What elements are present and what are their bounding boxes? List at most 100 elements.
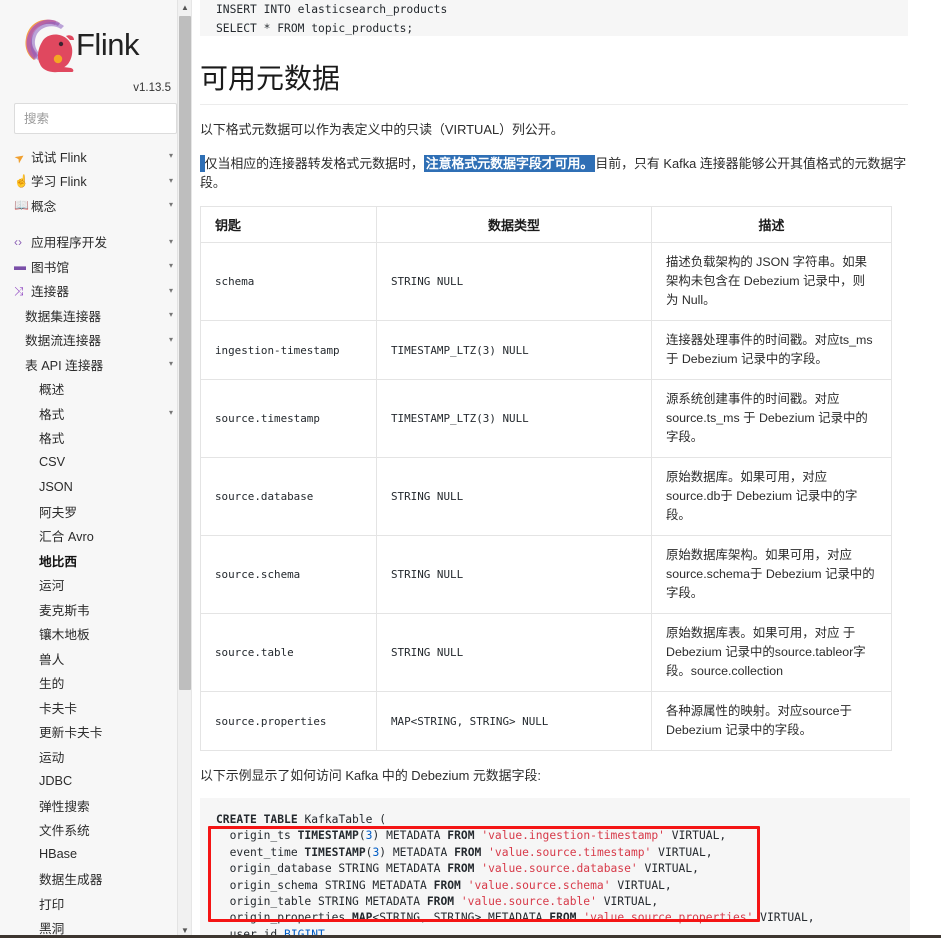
sidebar-item-label: 弹性搜索 bbox=[39, 799, 90, 814]
chevron-down-icon[interactable]: ▾ bbox=[169, 152, 173, 160]
cell-type: STRING NULL bbox=[376, 242, 652, 321]
chevron-down-icon[interactable]: ▾ bbox=[169, 335, 173, 344]
sidebar-item-7[interactable]: 数据流连接器 ▾ bbox=[14, 328, 177, 353]
sidebar-item-23[interactable]: 更新卡夫卡 bbox=[14, 720, 177, 745]
sidebar-item-0[interactable]: ➤ 试试 Flink ▾ bbox=[11, 144, 177, 169]
chevron-down-icon[interactable]: ▾ bbox=[169, 237, 173, 246]
sidebar-item-label: JDBC bbox=[39, 773, 73, 788]
table-header-row: 钥匙 数据类型 描述 bbox=[200, 206, 892, 243]
sidebar-item-label: 生的 bbox=[39, 677, 65, 692]
sidebar-item-12[interactable]: CSV bbox=[14, 450, 177, 475]
search-input[interactable] bbox=[14, 103, 177, 134]
chevron-down-icon[interactable]: ▾ bbox=[169, 286, 173, 295]
note-highlight: 注意格式元数据字段才可用。 bbox=[423, 155, 596, 172]
sidebar-item-label: 卡夫卡 bbox=[39, 701, 78, 716]
sidebar-scrollbar[interactable]: ▲ ▼ bbox=[177, 0, 191, 938]
flink-logo[interactable]: Flink bbox=[14, 0, 177, 78]
cell-key: source.database bbox=[200, 457, 377, 536]
rocket-icon: ➤ bbox=[11, 149, 28, 167]
chevron-down-icon[interactable]: ▾ bbox=[169, 176, 173, 185]
sidebar-item-label: 概述 bbox=[39, 383, 65, 398]
page-root: Flink v1.13.5 ➤试试 Flink▾☝学习 Flink▾📖概念▾‹›… bbox=[0, 0, 941, 938]
cell-type: STRING NULL bbox=[376, 457, 652, 536]
table-row: source.table STRING NULL 原始数据库表。如果可用，对应 于 … bbox=[200, 613, 892, 692]
sidebar-item-17[interactable]: 运河 bbox=[14, 573, 177, 598]
main-content: INSERT INTO elasticsearch_products SELEC… bbox=[192, 0, 941, 938]
example-code-block: CREATE TABLE KafkaTable ( origin_ts TIME… bbox=[200, 798, 910, 938]
sidebar-scrollbar-thumb[interactable] bbox=[179, 16, 191, 690]
cell-key: schema bbox=[200, 242, 377, 321]
top-code-snippet: INSERT INTO elasticsearch_products SELEC… bbox=[200, 0, 908, 36]
sidebar-item-label: 试试 Flink bbox=[31, 150, 87, 165]
sidebar-item-label: 兽人 bbox=[39, 652, 65, 667]
sidebar-item-label: 运动 bbox=[39, 750, 65, 765]
sidebar-item-label: 数据集连接器 bbox=[25, 309, 102, 324]
sidebar-item-label: 应用程序开发 bbox=[31, 236, 108, 251]
sidebar-item-label: 表 API 连接器 bbox=[25, 358, 104, 373]
sidebar-item-4[interactable]: ▬ 图书馆 ▾ bbox=[14, 254, 177, 279]
page-title: 可用元数据 bbox=[200, 57, 908, 105]
sidebar-item-9[interactable]: 概述 bbox=[14, 377, 177, 402]
sidebar-item-label: JSON bbox=[39, 479, 73, 494]
cell-key: source.properties bbox=[200, 691, 377, 751]
sidebar-item-27[interactable]: 文件系统 bbox=[14, 818, 177, 843]
cell-description: 原始数据库表。如果可用，对应 于 Debezium 记录中的source.tab… bbox=[651, 613, 892, 692]
sidebar-nav: ➤ 试试 Flink ▾ ☝ 学习 Flink ▾ 📖 概念 ▾ ‹› 应用程序开发 ▾ ▬ 图书馆 ▾ ⤨ 连… bbox=[11, 144, 177, 938]
chevron-down-icon[interactable]: ▾ bbox=[169, 311, 173, 319]
chevron-down-icon[interactable]: ▾ bbox=[169, 201, 173, 209]
cell-type: STRING NULL bbox=[376, 613, 652, 692]
sidebar-item-29[interactable]: 数据生成器 bbox=[14, 867, 177, 892]
sidebar-item-26[interactable]: 弹性搜索 bbox=[14, 793, 177, 818]
column-header-key: 钥匙 bbox=[200, 206, 377, 243]
scroll-up-arrow-icon[interactable]: ▲ bbox=[178, 0, 191, 15]
sidebar-item-label: 汇合 Avro bbox=[39, 530, 94, 545]
table-row: ingestion-timestamp TIMESTAMP_LTZ(3) NULL… bbox=[200, 320, 892, 380]
sidebar-item-15[interactable]: 汇合 Avro bbox=[14, 524, 177, 549]
cell-type: STRING NULL bbox=[376, 535, 652, 614]
chevron-down-icon[interactable]: ▾ bbox=[169, 409, 173, 417]
sidebar-item-30[interactable]: 打印 bbox=[14, 891, 177, 916]
example-code: CREATE TABLE KafkaTable ( origin_ts TIME… bbox=[216, 813, 815, 938]
sidebar-item-2[interactable]: 📖 概念 ▾ bbox=[14, 193, 177, 218]
sidebar-item-8[interactable]: 表 API 连接器 ▾ bbox=[14, 352, 177, 377]
table-row: source.properties MAP<STRING, STRING> NUL… bbox=[200, 691, 892, 751]
intro-paragraph: 以下格式元数据可以作为表定义中的只读（VIRTUAL）列公开。 bbox=[200, 122, 564, 137]
cell-type: TIMESTAMP_LTZ(3) NULL bbox=[376, 379, 652, 458]
chevron-down-icon[interactable]: ▾ bbox=[169, 262, 173, 270]
sidebar-item-11[interactable]: 格式 bbox=[14, 426, 177, 451]
table-body: schema STRING NULL 描述负载架构的 JSON 字符串。如果架构未包… bbox=[200, 242, 892, 751]
squirrel-logo-icon bbox=[25, 19, 74, 73]
table-row: source.timestamp TIMESTAMP_LTZ(3) NULL 源系统… bbox=[200, 379, 892, 458]
sidebar-item-22[interactable]: 卡夫卡 bbox=[14, 695, 177, 720]
sidebar-item-6[interactable]: 数据集连接器 ▾ bbox=[14, 303, 177, 328]
sidebar-item-25[interactable]: JDBC bbox=[14, 769, 177, 794]
cell-key: source.table bbox=[200, 613, 377, 692]
chevron-down-icon[interactable]: ▾ bbox=[169, 360, 173, 368]
sidebar-item-label: 数据生成器 bbox=[39, 873, 103, 888]
sidebar-item-14[interactable]: 阿夫罗 bbox=[14, 499, 177, 524]
cell-key: source.timestamp bbox=[200, 379, 377, 458]
brand-name: Flink bbox=[76, 27, 139, 62]
metadata-table: 钥匙 数据类型 描述 schema STRING NULL 描述负载架构的 JSON… bbox=[200, 206, 892, 751]
sidebar-item-13[interactable]: JSON bbox=[14, 475, 177, 500]
note-prefix: 仅当相应的连接器转发格式元数据时， bbox=[204, 156, 424, 171]
table-row: source.schema STRING NULL 原始数据库架构。如果可用，对应 … bbox=[200, 535, 892, 614]
sidebar-item-28[interactable]: HBase bbox=[14, 842, 177, 867]
sidebar-item-24[interactable]: 运动 bbox=[14, 744, 177, 769]
sidebar-item-19[interactable]: 镶木地板 bbox=[14, 622, 177, 647]
sidebar-item-10[interactable]: 格式 ▾ bbox=[14, 401, 177, 426]
cell-description: 原始数据库。如果可用，对应source.db于 Debezium 记录中的字段。 bbox=[651, 457, 892, 536]
sidebar-item-label: 镶木地板 bbox=[39, 628, 90, 643]
sidebar-item-label: 连接器 bbox=[31, 285, 70, 300]
sidebar-item-label: 格式 bbox=[39, 407, 65, 422]
sidebar-item-label: 学习 Flink bbox=[31, 175, 87, 190]
cell-key: source.schema bbox=[200, 535, 377, 614]
sidebar-item-1[interactable]: ☝ 学习 Flink ▾ bbox=[14, 169, 177, 194]
sidebar-item-3[interactable]: ‹› 应用程序开发 ▾ bbox=[14, 230, 177, 255]
sidebar-item-16[interactable]: 地比西 bbox=[14, 548, 177, 573]
sidebar-item-21[interactable]: 生的 bbox=[14, 671, 177, 696]
cell-description: 各种源属性的映射。对应source于 Debezium 记录中的字段。 bbox=[651, 691, 892, 751]
sidebar-item-20[interactable]: 兽人 bbox=[14, 646, 177, 671]
sidebar-item-5[interactable]: ⤨ 连接器 ▾ bbox=[14, 279, 177, 304]
sidebar-item-18[interactable]: 麦克斯韦 bbox=[14, 597, 177, 622]
